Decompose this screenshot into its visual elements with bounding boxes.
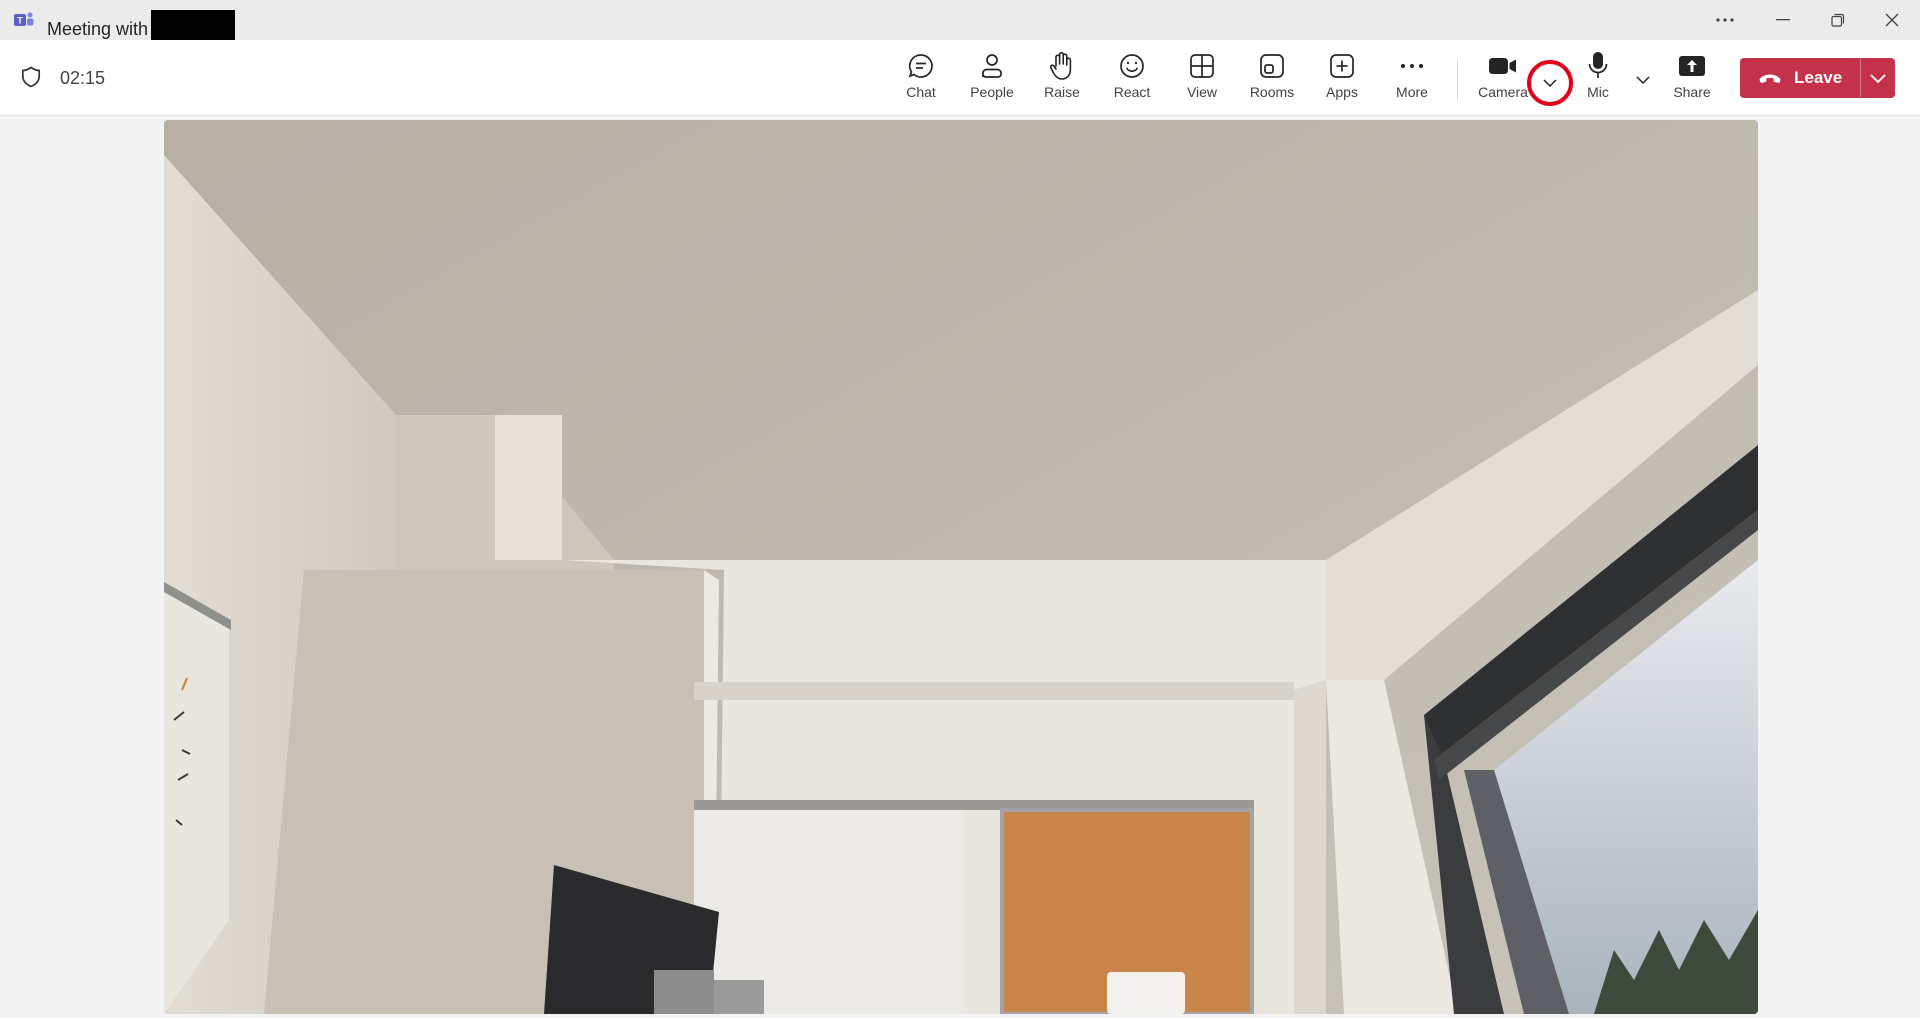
apps-label: Apps xyxy=(1326,84,1358,100)
share-label: Share xyxy=(1673,84,1711,100)
mic-button[interactable]: Mic xyxy=(1566,50,1630,106)
share-button[interactable]: Share xyxy=(1660,50,1724,106)
chat-button[interactable]: Chat xyxy=(889,50,953,106)
leave-button-group: Leave xyxy=(1740,58,1895,98)
teams-logo-icon: T xyxy=(14,12,34,26)
apps-button[interactable]: Apps xyxy=(1310,50,1374,106)
rooms-label: Rooms xyxy=(1249,84,1295,100)
close-icon[interactable] xyxy=(1864,0,1920,40)
rooms-icon xyxy=(1260,54,1284,78)
leave-button[interactable]: Leave xyxy=(1740,58,1860,98)
people-button[interactable]: People xyxy=(960,50,1024,106)
hang-up-icon xyxy=(1759,74,1781,83)
share-icon xyxy=(1679,56,1705,76)
view-button[interactable]: View xyxy=(1170,50,1234,106)
restore-icon[interactable] xyxy=(1810,0,1866,40)
chat-label: Chat xyxy=(906,84,936,100)
mic-icon xyxy=(1588,52,1608,78)
toolbar-divider xyxy=(1457,60,1458,100)
raise-label: Raise xyxy=(1044,84,1080,100)
camera-feed-image xyxy=(164,120,1758,1014)
svg-text:T: T xyxy=(17,16,23,26)
camera-label: Camera xyxy=(1478,84,1528,100)
camera-button[interactable]: Camera xyxy=(1471,50,1535,106)
apps-plus-icon xyxy=(1330,54,1354,78)
leave-options-chevron[interactable] xyxy=(1861,58,1895,98)
people-label: People xyxy=(970,84,1014,100)
leave-label: Leave xyxy=(1794,68,1843,87)
react-smiley-icon xyxy=(1120,54,1144,78)
mic-options-chevron[interactable] xyxy=(1631,68,1655,92)
minimize-icon[interactable] xyxy=(1755,0,1811,40)
meeting-timer: 02:15 xyxy=(60,68,106,88)
mic-label: Mic xyxy=(1587,84,1609,100)
title-bar: T Meeting with xyxy=(0,0,1920,48)
raise-hand-icon xyxy=(1049,51,1072,80)
view-label: View xyxy=(1186,84,1218,100)
more-options-icon[interactable] xyxy=(1697,0,1753,40)
react-label: React xyxy=(1113,84,1151,100)
more-label: More xyxy=(1396,84,1428,100)
chevron-down-icon xyxy=(1870,73,1886,83)
video-feed xyxy=(164,120,1758,1014)
more-icon xyxy=(1401,64,1423,68)
chat-icon xyxy=(908,54,933,78)
shield-icon xyxy=(21,66,41,88)
chevron-down-icon xyxy=(1636,76,1650,84)
rooms-button[interactable]: Rooms xyxy=(1240,50,1304,106)
raise-hand-button[interactable]: Raise xyxy=(1030,50,1094,106)
view-grid-icon xyxy=(1190,54,1214,78)
more-button[interactable]: More xyxy=(1380,50,1444,106)
react-button[interactable]: React xyxy=(1100,50,1164,106)
camera-icon xyxy=(1489,58,1516,74)
people-icon xyxy=(982,54,1002,78)
window-title-text: Meeting with xyxy=(47,18,149,39)
